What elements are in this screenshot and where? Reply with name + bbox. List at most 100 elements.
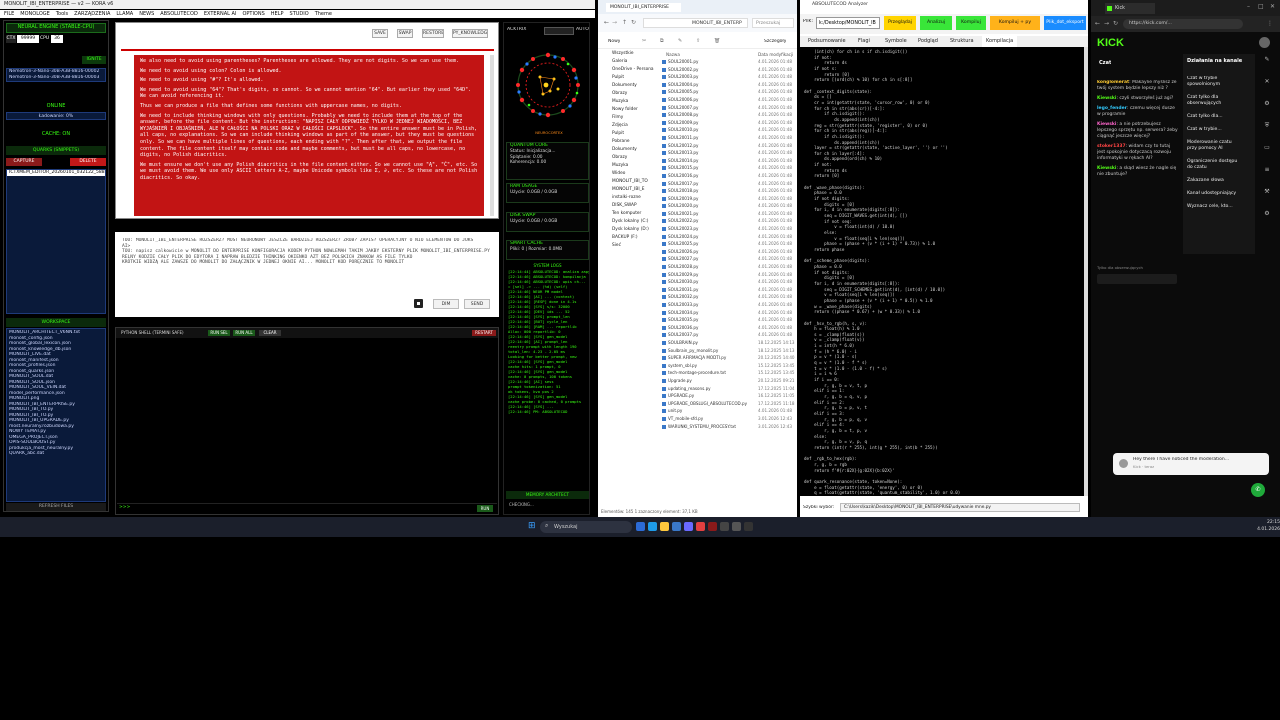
task-view-icon[interactable]	[636, 522, 645, 531]
channel-action-item[interactable]: Zakazane słowa	[1187, 178, 1251, 184]
stop-icon[interactable]	[414, 299, 423, 308]
file-row[interactable]: SOUL20021.py 4.01.2026 01:48	[662, 211, 795, 219]
file-row[interactable]: SOUL20006.py 4.01.2026 01:48	[662, 97, 795, 105]
cut-icon[interactable]: ✂	[642, 38, 646, 44]
file-row[interactable]: Upgrade.py 20.12.2025 09:21	[662, 378, 795, 386]
file-row[interactable]: SOUL20016.py 4.01.2026 01:48	[662, 173, 795, 181]
send-button[interactable]: SEND	[464, 299, 490, 309]
compile-py-button[interactable]: Kompiluj + py	[990, 16, 1040, 30]
channel-action-item[interactable]: Ograniczenie dostępu do czatu	[1187, 159, 1251, 171]
file-row[interactable]: SOUL20013.py 4.01.2026 01:48	[662, 150, 795, 158]
rename-icon[interactable]: ✎	[678, 38, 682, 44]
channel-action-item[interactable]: Czat w trybie...	[1187, 127, 1251, 133]
file-row[interactable]: UPGRADE_OBSLUGI_ABSOLUTECOD.py 17.12.2025…	[662, 401, 795, 409]
file-row[interactable]: SOUL20015.py 4.01.2026 01:48	[662, 165, 795, 173]
nav-item[interactable]: Dysk lokalny (C:)	[598, 218, 660, 226]
app-icon[interactable]	[708, 522, 717, 531]
explorer-tab[interactable]: MONOLIT_IBI_ENTERPRISE	[606, 3, 681, 12]
file-row[interactable]: SOUL20026.py 4.01.2026 01:48	[662, 249, 795, 257]
menu-item[interactable]: ABSOLUTECOD	[160, 11, 198, 17]
quark-snippet-item[interactable]: ICTXMEM_EDITOR_20260101_032122_588.ABC	[7, 170, 105, 176]
run-selection-button[interactable]: RUN SEL	[208, 330, 230, 336]
folder-icon[interactable]	[660, 522, 669, 531]
model-item[interactable]: Nemotron-3-Nano-30B-A3B-8816-00003	[7, 75, 105, 81]
refresh-icon[interactable]: ↻	[631, 19, 636, 26]
shield-icon[interactable]: ⛨	[1258, 122, 1276, 144]
export-button[interactable]: Plik_dot_eksport	[1044, 16, 1086, 30]
cpu-input[interactable]: 36	[51, 35, 63, 43]
chat-username[interactable]: stoker1337	[1097, 144, 1126, 149]
tab-symbols[interactable]: Symbole	[885, 36, 907, 47]
menu-item[interactable]: OPTIONS	[242, 11, 264, 17]
code-view[interactable]: (int(ch) for ch in s if ch.isdigit()) if…	[800, 47, 1084, 496]
menu-item[interactable]: ZARZĄDZENIA	[74, 11, 110, 17]
delete-icon[interactable]: 🗑	[714, 38, 720, 44]
delete-button[interactable]: DELETE	[70, 158, 106, 166]
menu-item[interactable]: Theme	[315, 11, 332, 17]
restart-button[interactable]: RESTART	[472, 330, 496, 336]
channel-action-item[interactable]: Moderowanie czatu przy pomocy AI	[1187, 140, 1251, 152]
ignite-button[interactable]: IGNITE	[82, 56, 106, 64]
terminal-icon[interactable]	[720, 522, 729, 531]
nav-item[interactable]: Pulpit	[598, 130, 660, 138]
share-icon[interactable]: ⇪	[696, 38, 700, 44]
taskbar-clock[interactable]: 22:15 4.01.2026	[1252, 519, 1280, 535]
file-row[interactable]: SOUL20004.py 4.01.2026 01:48	[662, 82, 795, 90]
back-icon[interactable]: ←	[1095, 20, 1100, 27]
nav-item[interactable]: instalki-rozne	[598, 194, 660, 202]
file-row[interactable]: SOUL20011.py 4.01.2026 01:48	[662, 135, 795, 143]
file-row[interactable]: SOUL20008.py 4.01.2026 01:48	[662, 112, 795, 120]
nav-item[interactable]: Pulpit	[598, 74, 660, 82]
file-path-input[interactable]: k:/Desktop/MONOLIT_IB	[816, 17, 880, 29]
column-date[interactable]: Data modyfikacji	[758, 51, 793, 59]
file-row[interactable]: SOUL20037.py 4.01.2026 01:48	[662, 332, 795, 340]
restore-button[interactable]: RESTORE	[422, 29, 444, 38]
file-row[interactable]: Soulbrain_py_monolit.py 18.12.2025 14:13	[662, 348, 795, 356]
quark-snippet-list[interactable]: ICTXMEM_EDITOR_20260101_032122_588.ABC	[6, 169, 106, 314]
maximize-icon[interactable]: □	[1258, 3, 1264, 10]
file-row[interactable]: SOUL20009.py 4.01.2026 01:48	[662, 120, 795, 128]
kick-logo[interactable]: KICK	[1097, 36, 1137, 50]
menu-item[interactable]: LLAMA	[116, 11, 133, 17]
store-icon[interactable]	[672, 522, 681, 531]
model-item[interactable]: Nemotron-3-Nano-30B-A3B-8816-00002	[7, 69, 105, 75]
chat-username[interactable]: lego_fender	[1097, 106, 1127, 111]
run-all-button[interactable]: RUN ALL	[233, 330, 255, 336]
file-row[interactable]: unit.py 4.01.2026 01:48	[662, 408, 795, 416]
minimize-icon[interactable]: –	[1247, 3, 1250, 10]
file-row[interactable]: SOULBRAIN.py 18.12.2025 14:13	[662, 340, 795, 348]
shell-input-row[interactable]: >>> RUN	[117, 503, 497, 513]
workspace-file-item[interactable]: QUARK_abc.dat	[7, 451, 105, 457]
tab-structure[interactable]: Struktura	[950, 36, 974, 47]
file-row[interactable]: SOUL20007.py 4.01.2026 01:48	[662, 105, 795, 113]
list-icon[interactable]: ≡	[1258, 166, 1276, 188]
file-row[interactable]: SOUL20035.py 4.01.2026 01:48	[662, 317, 795, 325]
file-row[interactable]: SOUL20030.py 4.01.2026 01:48	[662, 279, 795, 287]
new-button[interactable]: Nowy	[608, 39, 620, 44]
nav-item[interactable]: Dysk lokalny (D:)	[598, 226, 660, 234]
explorer-search-input[interactable]: Przeszukaj	[752, 18, 794, 28]
system-log-output[interactable]: [22:14:44] ABSOLUTECOD: analiza zapytani…	[506, 269, 589, 489]
file-row[interactable]: SOUL20020.py 4.01.2026 01:48	[662, 203, 795, 211]
file-row[interactable]: SOUL20003.py 4.01.2026 01:48	[662, 74, 795, 82]
file-row[interactable]: SOUL20033.py 4.01.2026 01:48	[662, 302, 795, 310]
dim-button[interactable]: DIM	[433, 299, 459, 309]
file-row[interactable]: SOUL20001.py 4.01.2026 01:48	[662, 59, 795, 67]
file-row[interactable]: SOUL20012.py 4.01.2026 01:48	[662, 143, 795, 151]
nav-item[interactable]: DISK_SWAP	[598, 202, 660, 210]
nav-item[interactable]: Ten komputer	[598, 210, 660, 218]
nav-item[interactable]: MONOLIT_IBI_TO	[598, 178, 660, 186]
nav-item[interactable]: OneDrive - Persona	[598, 66, 660, 74]
channel-action-item[interactable]: Czat w trybie spowolnionym	[1187, 76, 1251, 88]
file-row[interactable]: SOUL20032.py 4.01.2026 01:48	[662, 294, 795, 302]
copy-icon[interactable]: ⧉	[660, 38, 664, 44]
nav-item[interactable]: Filmy	[598, 114, 660, 122]
channel-action-item[interactable]: Czat tylko dla obserwujących	[1187, 95, 1251, 107]
swap-button[interactable]: SWAP	[397, 29, 413, 38]
chat-input[interactable]	[1097, 274, 1177, 284]
file-row[interactable]: SOUL20018.py 4.01.2026 01:48	[662, 188, 795, 196]
tab-flags[interactable]: Flagi	[858, 36, 870, 47]
file-row[interactable]: SOUL20005.py 4.01.2026 01:48	[662, 89, 795, 97]
menu-item[interactable]: NEWS	[139, 11, 154, 17]
prompt-input-area[interactable]: TOU: MONOLIT_IBI_ENTERPRISE ROZSZERZ? MO…	[115, 232, 499, 317]
